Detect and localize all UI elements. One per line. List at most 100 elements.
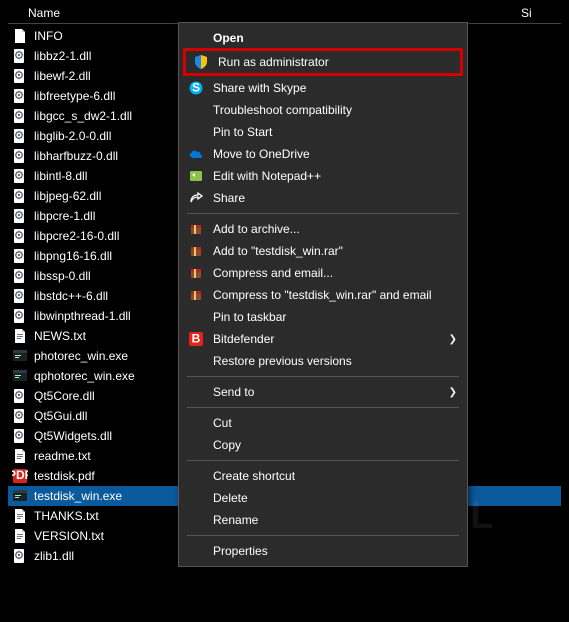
menu-bitdefender[interactable]: B Bitdefender ❯ bbox=[181, 328, 465, 350]
file-name: Qt5Core.dll bbox=[34, 389, 194, 403]
file-name: INFO bbox=[34, 29, 194, 43]
file-name: THANKS.txt bbox=[34, 509, 194, 523]
blank-icon bbox=[185, 353, 207, 369]
file-name: libjpeg-62.dll bbox=[34, 189, 194, 203]
dll-icon bbox=[12, 148, 28, 164]
file-name: zlib1.dll bbox=[34, 549, 194, 563]
blank-icon bbox=[185, 468, 207, 484]
file-name: libewf-2.dll bbox=[34, 69, 194, 83]
menu-delete[interactable]: Delete bbox=[181, 487, 465, 509]
dll-icon bbox=[12, 408, 28, 424]
exe-icon bbox=[12, 368, 28, 384]
menu-skype[interactable]: S Share with Skype bbox=[181, 77, 465, 99]
winrar-icon bbox=[185, 243, 207, 259]
dll-icon bbox=[12, 68, 28, 84]
menu-troubleshoot[interactable]: Troubleshoot compatibility bbox=[181, 99, 465, 121]
notepadpp-icon bbox=[185, 168, 207, 184]
menu-separator bbox=[187, 407, 459, 408]
dll-icon bbox=[12, 388, 28, 404]
dll-icon bbox=[12, 228, 28, 244]
menu-label: Add to archive... bbox=[207, 222, 457, 236]
menu-label: Run as administrator bbox=[212, 55, 452, 69]
menu-label: Compress and email... bbox=[207, 266, 457, 280]
menu-restore[interactable]: Restore previous versions bbox=[181, 350, 465, 372]
menu-label: Send to bbox=[207, 385, 447, 399]
menu-label: Open bbox=[207, 31, 457, 45]
blank-icon bbox=[185, 543, 207, 559]
menu-label: Create shortcut bbox=[207, 469, 457, 483]
file-name: libpcre2-16-0.dll bbox=[34, 229, 194, 243]
txt-icon bbox=[12, 448, 28, 464]
menu-copy[interactable]: Copy bbox=[181, 434, 465, 456]
menu-add-archive[interactable]: Add to archive... bbox=[181, 218, 465, 240]
bitdefender-icon: B bbox=[185, 331, 207, 347]
menu-share[interactable]: Share bbox=[181, 187, 465, 209]
menu-notepadpp[interactable]: Edit with Notepad++ bbox=[181, 165, 465, 187]
menu-add-rar[interactable]: Add to "testdisk_win.rar" bbox=[181, 240, 465, 262]
menu-rename[interactable]: Rename bbox=[181, 509, 465, 531]
exe-icon bbox=[12, 348, 28, 364]
file-name: libwinpthread-1.dll bbox=[34, 309, 194, 323]
winrar-icon bbox=[185, 221, 207, 237]
menu-compress-rar-email[interactable]: Compress to "testdisk_win.rar" and email bbox=[181, 284, 465, 306]
exe-icon bbox=[12, 488, 28, 504]
blank-icon bbox=[185, 384, 207, 400]
file-name: Qt5Widgets.dll bbox=[34, 429, 194, 443]
menu-pin-taskbar[interactable]: Pin to taskbar bbox=[181, 306, 465, 328]
svg-text:B: B bbox=[192, 332, 201, 346]
file-name: Qt5Gui.dll bbox=[34, 409, 194, 423]
file-name: libgcc_s_dw2-1.dll bbox=[34, 109, 194, 123]
menu-cut[interactable]: Cut bbox=[181, 412, 465, 434]
context-menu: Open Run as administrator S Share with S… bbox=[178, 22, 468, 567]
column-name[interactable]: Name bbox=[8, 6, 521, 20]
file-name: VERSION.txt bbox=[34, 529, 194, 543]
menu-label: Pin to taskbar bbox=[207, 310, 457, 324]
file-name: libpng16-16.dll bbox=[34, 249, 194, 263]
menu-compress-email[interactable]: Compress and email... bbox=[181, 262, 465, 284]
file-name: libfreetype-6.dll bbox=[34, 89, 194, 103]
txt-icon bbox=[12, 508, 28, 524]
menu-separator bbox=[187, 376, 459, 377]
menu-label: Compress to "testdisk_win.rar" and email bbox=[207, 288, 457, 302]
file-name: libglib-2.0-0.dll bbox=[34, 129, 194, 143]
menu-label: Pin to Start bbox=[207, 125, 457, 139]
menu-label: Restore previous versions bbox=[207, 354, 457, 368]
chevron-right-icon: ❯ bbox=[447, 387, 457, 398]
svg-text:S: S bbox=[192, 81, 200, 95]
skype-icon: S bbox=[185, 80, 207, 96]
menu-run-admin[interactable]: Run as administrator bbox=[186, 51, 460, 73]
file-name: libstdc++-6.dll bbox=[34, 289, 194, 303]
menu-shortcut[interactable]: Create shortcut bbox=[181, 465, 465, 487]
menu-label: Add to "testdisk_win.rar" bbox=[207, 244, 457, 258]
menu-label: Properties bbox=[207, 544, 457, 558]
menu-label: Delete bbox=[207, 491, 457, 505]
file-name: photorec_win.exe bbox=[34, 349, 194, 363]
menu-pin-start[interactable]: Pin to Start bbox=[181, 121, 465, 143]
share-icon bbox=[185, 190, 207, 206]
file-name: libharfbuzz-0.dll bbox=[34, 149, 194, 163]
file-name: libssp-0.dll bbox=[34, 269, 194, 283]
file-name: qphotorec_win.exe bbox=[34, 369, 194, 383]
menu-properties[interactable]: Properties bbox=[181, 540, 465, 562]
column-size[interactable]: Si bbox=[521, 6, 561, 20]
blank-icon bbox=[185, 437, 207, 453]
svg-text:PDF: PDF bbox=[12, 468, 28, 482]
onedrive-icon bbox=[185, 146, 207, 162]
file-icon bbox=[12, 28, 28, 44]
dll-icon bbox=[12, 128, 28, 144]
file-name: libbz2-1.dll bbox=[34, 49, 194, 63]
winrar-icon bbox=[185, 287, 207, 303]
txt-icon bbox=[12, 528, 28, 544]
file-name: libintl-8.dll bbox=[34, 169, 194, 183]
menu-label: Share with Skype bbox=[207, 81, 457, 95]
menu-open[interactable]: Open bbox=[181, 27, 465, 49]
blank-icon bbox=[185, 30, 207, 46]
txt-icon bbox=[12, 328, 28, 344]
dll-icon bbox=[12, 48, 28, 64]
blank-icon bbox=[185, 512, 207, 528]
menu-label: Copy bbox=[207, 438, 457, 452]
menu-onedrive[interactable]: Move to OneDrive bbox=[181, 143, 465, 165]
menu-send-to[interactable]: Send to ❯ bbox=[181, 381, 465, 403]
blank-icon bbox=[185, 124, 207, 140]
highlight-box: Run as administrator bbox=[183, 48, 463, 76]
